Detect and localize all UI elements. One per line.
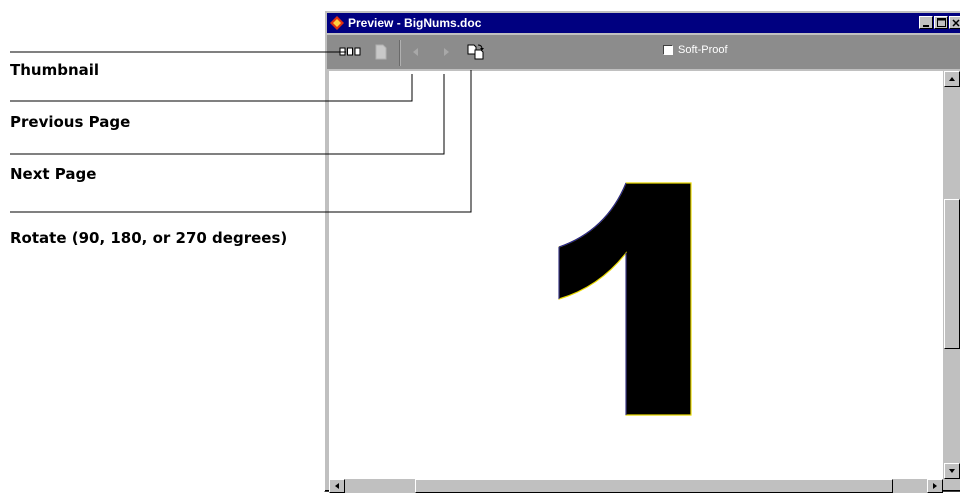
close-icon (952, 18, 960, 27)
single-page-button[interactable] (371, 42, 391, 62)
preview-window: Preview - BigNums.doc Soft-Proof (324, 10, 960, 493)
scroll-up-button[interactable] (944, 71, 960, 87)
title-bar[interactable]: Preview - BigNums.doc (327, 13, 960, 33)
arrow-down-icon (949, 469, 955, 473)
scroll-down-button[interactable] (944, 463, 960, 479)
softproof-label: Soft-Proof (678, 44, 728, 56)
minimize-button[interactable] (919, 16, 933, 29)
thumbnail-button[interactable] (337, 42, 363, 62)
previous-page-button[interactable] (407, 42, 423, 62)
next-page-button[interactable] (439, 42, 455, 62)
app-icon (329, 15, 345, 31)
window-title: Preview - BigNums.doc (348, 16, 482, 30)
arrow-right-icon (933, 483, 937, 489)
horizontal-scrollbar[interactable] (329, 479, 943, 493)
callout-thumbnail: Thumbnail (10, 61, 100, 79)
vertical-scroll-thumb[interactable] (944, 199, 960, 349)
horizontal-scroll-thumb[interactable] (415, 479, 893, 493)
arrow-left-icon (335, 483, 339, 489)
rotate-icon (467, 44, 484, 60)
rotate-button[interactable] (465, 42, 487, 62)
page-number-glyph (558, 182, 692, 416)
previous-page-icon (413, 48, 418, 56)
page-icon (375, 44, 387, 60)
scroll-right-button[interactable] (927, 479, 943, 493)
preview-canvas[interactable] (329, 71, 943, 479)
maximize-icon (936, 18, 946, 27)
toolbar-separator (399, 40, 401, 66)
callout-rotate: Rotate (90, 180, or 270 degrees) (10, 229, 288, 247)
toolbar: Soft-Proof (327, 35, 960, 69)
scroll-left-button[interactable] (329, 479, 345, 493)
minimize-icon (923, 24, 929, 27)
thumbnail-icon (339, 47, 361, 56)
vertical-scrollbar[interactable] (943, 71, 960, 479)
callout-previous-page: Previous Page (10, 113, 131, 131)
close-button[interactable] (949, 16, 960, 29)
callout-next-page: Next Page (10, 165, 97, 183)
softproof-checkbox[interactable] (663, 45, 673, 55)
arrow-up-icon (949, 77, 955, 81)
softproof-option[interactable]: Soft-Proof (663, 44, 728, 56)
maximize-button[interactable] (934, 16, 948, 29)
next-page-icon (444, 48, 449, 56)
